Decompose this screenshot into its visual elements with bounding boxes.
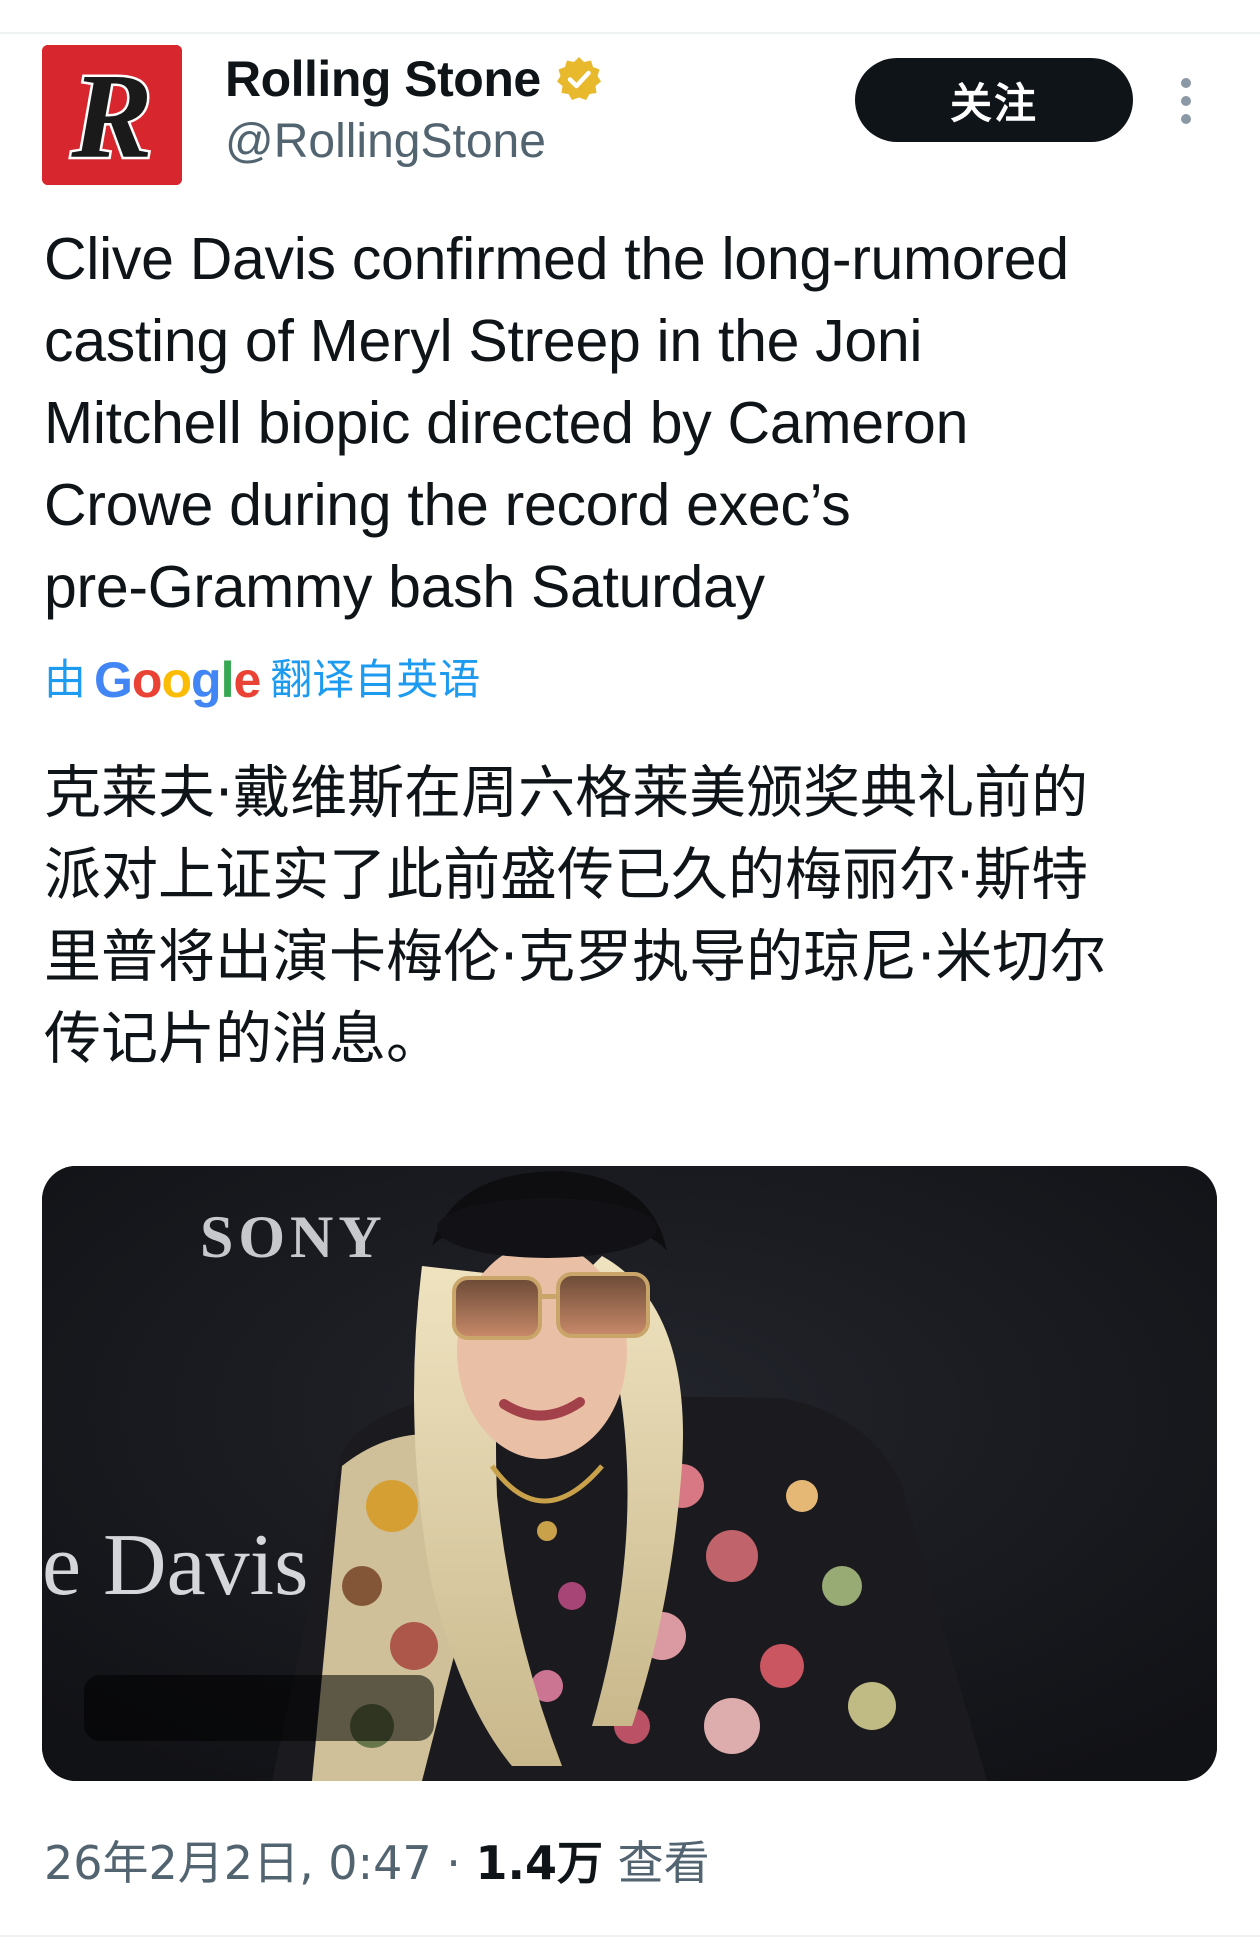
- tweet-timestamp[interactable]: 26年2月2日, 0:47: [44, 1830, 432, 1896]
- author-display-name[interactable]: Rolling Stone: [225, 48, 541, 110]
- tweet-text: Clive Davis confirmed the long-rumored c…: [44, 226, 1069, 620]
- author-handle[interactable]: @RollingStone: [225, 112, 546, 172]
- meta-separator: ·: [431, 1836, 476, 1890]
- author-avatar[interactable]: R: [42, 45, 182, 185]
- media-overlay-badge: [84, 1675, 434, 1741]
- follow-button[interactable]: 关注: [855, 58, 1133, 142]
- backdrop-sony-logo: SONY: [200, 1204, 387, 1270]
- view-count[interactable]: 1.4万: [475, 1830, 603, 1896]
- translated-tweet-text: 克莱夫·戴维斯在周六格莱美颁奖典礼前的 派对上证实了此前盛传已久的梅丽尔·斯特 …: [44, 760, 1107, 1072]
- bottom-divider: [0, 1935, 1260, 1937]
- translation-suffix[interactable]: 翻译自英语: [270, 650, 480, 710]
- author-name-row[interactable]: Rolling Stone: [225, 48, 603, 110]
- translation-prefix: 由: [44, 655, 87, 704]
- backdrop-davis-text: e Davis: [42, 1517, 309, 1614]
- avatar-letter: R: [70, 49, 152, 184]
- view-count-label: 查看: [602, 1836, 710, 1890]
- more-options-icon[interactable]: [1172, 76, 1200, 126]
- verified-badge-icon[interactable]: [555, 55, 603, 103]
- tweet-meta-row: 26年2月2日, 0:47 · 1.4万 查看: [44, 1830, 710, 1896]
- top-divider: [0, 0, 1260, 34]
- google-logo: Google: [94, 652, 261, 708]
- translation-attribution[interactable]: 由 Google 翻译自英语: [44, 650, 480, 710]
